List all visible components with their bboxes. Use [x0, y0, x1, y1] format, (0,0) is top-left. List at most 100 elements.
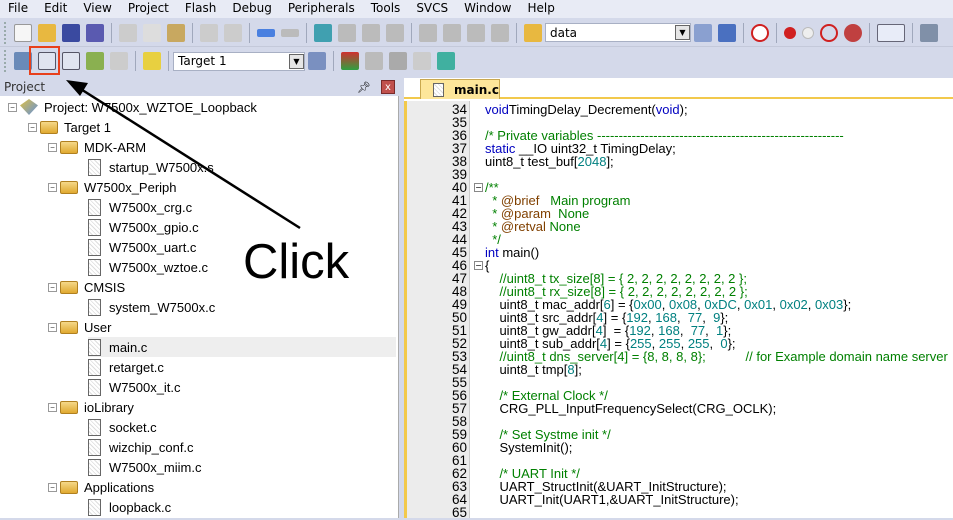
- bookmark-icon[interactable]: [314, 23, 332, 42]
- menu-edit[interactable]: Edit: [36, 0, 75, 18]
- menu-svcs[interactable]: SVCS: [408, 0, 456, 18]
- tree-item[interactable]: socket.c: [88, 417, 157, 437]
- chevron-down-icon[interactable]: ▼: [289, 53, 304, 69]
- file-extensions-icon[interactable]: [365, 52, 383, 70]
- chevron-down-icon[interactable]: ▼: [675, 25, 690, 40]
- menu-flash[interactable]: Flash: [177, 0, 224, 18]
- indent-icon[interactable]: [419, 23, 437, 42]
- tree-item[interactable]: W7500x_crg.c: [88, 197, 192, 217]
- incremental-find-icon[interactable]: [718, 23, 736, 42]
- load-icon[interactable]: [143, 52, 161, 70]
- tree-item[interactable]: − W7500x_Periph: [48, 177, 177, 197]
- code-area[interactable]: 34 35 36 37 38 39 40 41 42 43 44 45 46 47 48 49 50 51 52 53…: [404, 101, 953, 519]
- tree-item[interactable]: retarget.c: [88, 357, 164, 377]
- menu-project[interactable]: Project: [120, 0, 177, 18]
- undo-icon[interactable]: [200, 23, 218, 42]
- copy-icon[interactable]: [143, 23, 161, 42]
- save-icon[interactable]: [62, 23, 80, 42]
- tree-item[interactable]: W7500x_uart.c: [88, 237, 196, 257]
- tree-item-label: W7500x_crg.c: [109, 199, 193, 215]
- tree-item[interactable]: wizchip_conf.c: [88, 437, 194, 457]
- tree-item[interactable]: W7500x_gpio.c: [88, 217, 199, 237]
- kill-breakpoints-icon[interactable]: [844, 23, 862, 42]
- window-layout-icon[interactable]: [877, 23, 905, 42]
- close-icon[interactable]: x: [381, 80, 395, 94]
- manage-components-icon[interactable]: [341, 52, 359, 70]
- disable-all-breakpoints-icon[interactable]: [820, 23, 838, 42]
- tree-item-label: Project: W7500x_WZTOE_Loopback: [44, 99, 257, 115]
- pin-icon[interactable]: 📌︎: [357, 81, 371, 94]
- collapse-icon[interactable]: −: [48, 282, 57, 292]
- target-combo[interactable]: Target 1 ▼: [173, 51, 305, 71]
- breakpoint-icon[interactable]: [784, 26, 796, 39]
- tree-item-label: MDK-ARM: [84, 139, 147, 155]
- find-combo[interactable]: data ▼: [545, 23, 691, 42]
- tab-main-c[interactable]: main.c: [420, 79, 500, 99]
- wrench-icon[interactable]: [920, 23, 938, 42]
- collapse-icon[interactable]: −: [48, 482, 57, 492]
- fold-icon[interactable]: −: [474, 183, 483, 192]
- collapse-icon[interactable]: −: [28, 122, 37, 132]
- pack-installer-icon[interactable]: [389, 52, 407, 70]
- tree-item[interactable]: W7500x_wztoe.c: [88, 257, 208, 277]
- comment-icon[interactable]: [467, 23, 485, 42]
- menu-help[interactable]: Help: [519, 0, 562, 18]
- code-line: uint8_t test_buf[2048];: [485, 155, 614, 168]
- uncomment-icon[interactable]: [491, 23, 509, 42]
- tree-item[interactable]: main.c: [88, 337, 396, 357]
- tree-item[interactable]: − CMSIS: [48, 277, 125, 297]
- tree-item[interactable]: startup_W7500x.s: [88, 157, 214, 177]
- tree-item[interactable]: W7500x_it.c: [88, 377, 181, 397]
- batch-build-icon[interactable]: [86, 52, 104, 70]
- menu-debug[interactable]: Debug: [224, 0, 279, 18]
- collapse-icon[interactable]: −: [48, 322, 57, 332]
- tree-item[interactable]: − Target 1: [28, 117, 111, 137]
- debug-session-icon[interactable]: [751, 23, 769, 42]
- redo-icon[interactable]: [224, 23, 242, 42]
- menu-file[interactable]: File: [0, 0, 36, 18]
- find-icon[interactable]: [694, 23, 712, 42]
- tree-item[interactable]: loopback.c: [88, 497, 171, 517]
- tree-item[interactable]: W7500x_miim.c: [88, 457, 201, 477]
- menu-tools[interactable]: Tools: [363, 0, 409, 18]
- menu-window[interactable]: Window: [456, 0, 519, 18]
- find-in-files-icon[interactable]: [524, 23, 542, 42]
- run-time-environment-icon[interactable]: [437, 52, 455, 70]
- rebuild-icon[interactable]: [62, 52, 80, 70]
- toolbar-grip[interactable]: [4, 50, 7, 72]
- tree-item[interactable]: − MDK-ARM: [48, 137, 146, 157]
- tree-item[interactable]: − User: [48, 317, 111, 337]
- collapse-icon[interactable]: −: [48, 402, 57, 412]
- clear-bookmarks-icon[interactable]: [386, 23, 404, 42]
- target-options-icon[interactable]: [308, 52, 326, 70]
- next-bookmark-icon[interactable]: [362, 23, 380, 42]
- code-token: ,: [807, 297, 816, 312]
- tree-item[interactable]: − Project: W7500x_WZTOE_Loopback: [8, 97, 257, 117]
- open-folder-icon[interactable]: [38, 23, 56, 42]
- tree-item-label: W7500x_miim.c: [109, 459, 202, 475]
- tree-item[interactable]: system_W7500x.c: [88, 297, 215, 317]
- collapse-icon[interactable]: −: [8, 102, 17, 112]
- toolbar-grip[interactable]: [4, 21, 7, 44]
- back-arrow-icon[interactable]: [257, 28, 275, 37]
- fold-icon[interactable]: −: [474, 261, 483, 270]
- menu-view[interactable]: View: [75, 0, 119, 18]
- menu-peripherals[interactable]: Peripherals: [280, 0, 363, 18]
- cut-icon[interactable]: [119, 23, 137, 42]
- code-line: SystemInit();: [485, 441, 572, 454]
- prev-bookmark-icon[interactable]: [338, 23, 356, 42]
- disable-breakpoint-icon[interactable]: [802, 26, 814, 39]
- file-icon: [88, 358, 101, 376]
- new-file-icon[interactable]: [14, 23, 32, 42]
- code-token: @retval: [500, 219, 546, 234]
- tree-item[interactable]: − Applications: [48, 477, 154, 497]
- select-software-packs-icon[interactable]: [413, 52, 431, 70]
- paste-icon[interactable]: [167, 23, 185, 42]
- save-all-icon[interactable]: [86, 23, 104, 42]
- stop-build-icon[interactable]: [110, 52, 128, 70]
- forward-arrow-icon[interactable]: [281, 28, 299, 37]
- tree-item[interactable]: − ioLibrary: [48, 397, 134, 417]
- collapse-icon[interactable]: −: [48, 142, 57, 152]
- unindent-icon[interactable]: [443, 23, 461, 42]
- collapse-icon[interactable]: −: [48, 182, 57, 192]
